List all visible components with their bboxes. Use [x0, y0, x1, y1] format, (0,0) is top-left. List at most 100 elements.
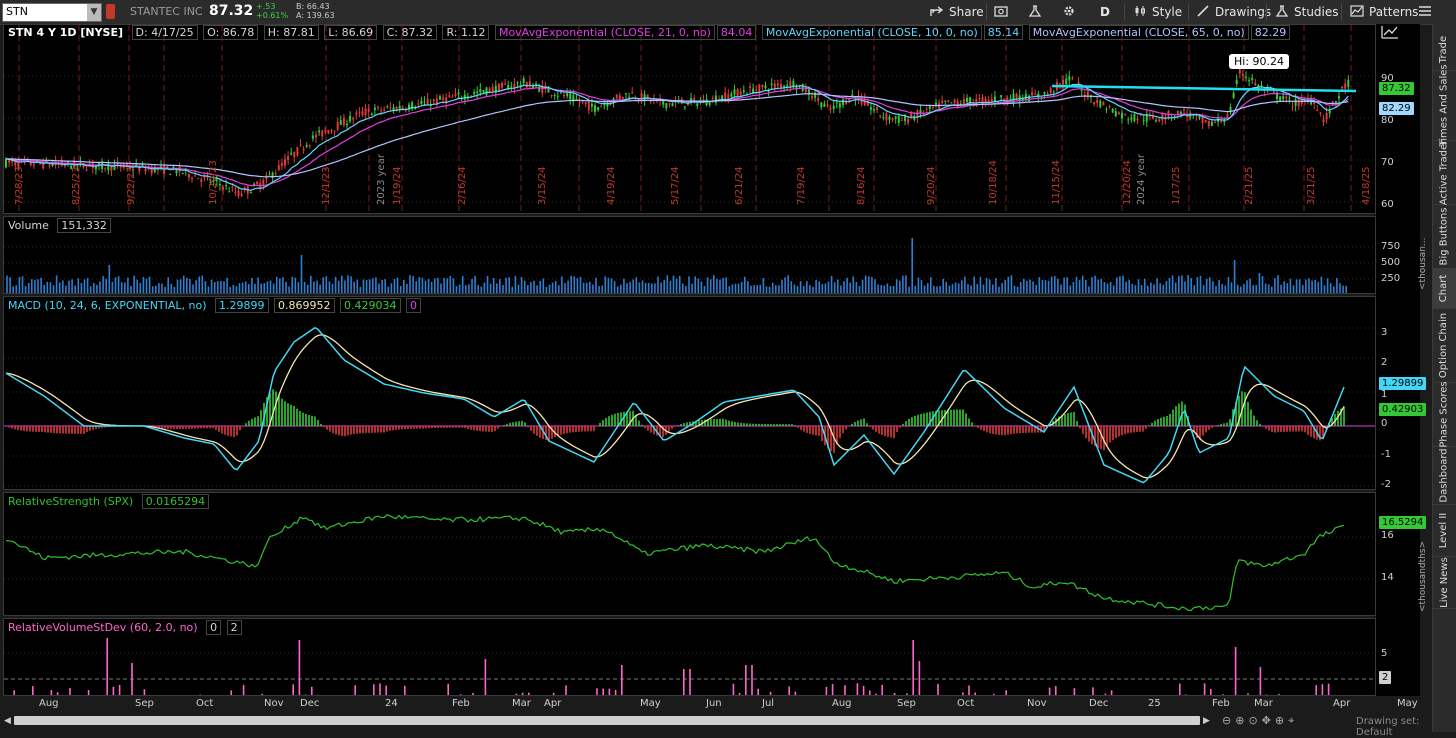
ema65-label[interactable]: MovAvgExponential (CLOSE, 65, 0, no)	[1029, 25, 1249, 40]
macd-chart[interactable]	[4, 297, 1375, 489]
patterns-button[interactable]: Patterns	[1350, 3, 1418, 21]
volume-bar	[546, 287, 548, 293]
macd-histogram-bar	[305, 414, 307, 426]
volume-bar	[605, 276, 607, 293]
candle-body	[873, 109, 875, 111]
volume-bar	[527, 285, 529, 293]
volume-bar	[1246, 280, 1248, 293]
cursor-icon[interactable]: ⌖	[1288, 714, 1298, 727]
sidebar-tab-phase-scores[interactable]: Phase Scores	[1432, 382, 1456, 447]
volume-panel[interactable]	[3, 216, 1376, 294]
symbol-input[interactable]: STN ▼	[2, 3, 102, 22]
volume-bar	[171, 284, 173, 293]
relative-strength-line	[6, 515, 1344, 611]
zoom-controls[interactable]: ⊖⊕⊙✥⊕⌖	[1222, 714, 1298, 728]
volume-bar	[973, 277, 975, 293]
volume-bar	[831, 276, 833, 293]
sidebar-tab-times-and-sales[interactable]: Times And Sales	[1432, 70, 1456, 141]
macd-histogram-bar	[59, 426, 61, 433]
period-button[interactable]: D	[1100, 3, 1110, 21]
volume-bar	[586, 283, 588, 293]
volume-bar	[853, 276, 855, 293]
macd-histogram-bar	[218, 426, 220, 432]
macd-histogram-bar	[566, 426, 568, 433]
macd-panel[interactable]	[3, 296, 1376, 490]
macd-histogram-bar	[1202, 426, 1204, 436]
candle-body	[225, 185, 227, 186]
volume-bar	[778, 285, 780, 293]
chevron-down-icon[interactable]: ▼	[87, 4, 101, 21]
share-button[interactable]: Share	[930, 3, 984, 21]
ema21-label[interactable]: MovAvgExponential (CLOSE, 21, 0, no)	[495, 25, 715, 40]
scroll-right-icon[interactable]: ▶	[1203, 716, 1210, 726]
volume-bar	[99, 281, 101, 293]
chart-trend-icon[interactable]	[1381, 25, 1399, 42]
macd-title[interactable]: MACD (10, 24, 6, EXPONENTIAL, no)	[5, 299, 210, 312]
sidebar-tab-chart[interactable]: Chart	[1432, 268, 1456, 309]
zoom-out-icon[interactable]: ⊖	[1222, 714, 1235, 727]
macd-histogram-bar	[389, 426, 391, 431]
volume-bar	[1141, 285, 1143, 293]
sidebar-tab-active-trader[interactable]: Active Trader	[1432, 140, 1456, 205]
volume-bar	[239, 283, 241, 293]
rs-title[interactable]: RelativeStrength (SPX)	[5, 495, 136, 508]
volume-bar	[1330, 283, 1332, 293]
symbol-flag-icon[interactable]	[106, 4, 115, 19]
date-marker-label: 9/20/24	[926, 166, 937, 205]
candle-body	[817, 98, 819, 101]
drawings-button[interactable]: Drawings	[1196, 3, 1271, 21]
volume-bar	[772, 283, 774, 293]
scroll-left-icon[interactable]: ◀	[4, 716, 11, 726]
volume-bar	[595, 278, 597, 293]
sidebar-tab-big-buttons[interactable]: Big Buttons	[1432, 204, 1456, 269]
snapshot-button[interactable]	[994, 3, 1013, 21]
price-chart[interactable]: 12/1/232023 year1/19/242/16/243/15/244/1…	[4, 25, 1375, 213]
volume-bar	[477, 285, 479, 293]
sidebar-tab-live-news[interactable]: Live News	[1432, 556, 1456, 609]
time-scrollbar[interactable]	[14, 716, 1200, 725]
settings-button[interactable]	[1062, 3, 1081, 21]
candle-body	[904, 116, 906, 120]
macd-histogram-bar	[1253, 416, 1255, 426]
price-panel[interactable]: 12/1/232023 year1/19/242/16/243/15/244/1…	[3, 24, 1376, 214]
style-button[interactable]: Style	[1133, 3, 1182, 21]
relative-strength-panel[interactable]	[3, 492, 1376, 616]
sidebar-tab-option-chain[interactable]: Option Chain	[1432, 308, 1456, 383]
flask-button[interactable]	[1028, 3, 1047, 21]
candle-body	[1220, 121, 1222, 122]
rvsd-bar	[144, 689, 146, 695]
volume-chart[interactable]	[4, 217, 1375, 293]
volume-bar	[1085, 280, 1087, 293]
volume-bar	[186, 278, 188, 293]
macd-histogram-bar	[350, 426, 352, 435]
fit-icon[interactable]: ⊙	[1248, 714, 1261, 727]
candle-body	[1044, 92, 1046, 94]
volume-bar	[208, 287, 210, 293]
ema10-label[interactable]: MovAvgExponential (CLOSE, 10, 0, no)	[762, 25, 982, 40]
pan-icon[interactable]: ✥	[1262, 714, 1275, 727]
candle-body	[191, 178, 193, 179]
relative-strength-chart[interactable]	[4, 493, 1375, 615]
zoom-in-icon[interactable]: ⊕	[1235, 714, 1248, 727]
crosshair-icon[interactable]: ⊕	[1275, 714, 1288, 727]
volume-bar	[443, 278, 445, 293]
macd-histogram-bar	[425, 426, 427, 428]
macd-histogram-bar	[437, 426, 439, 428]
rvsd-bar	[460, 694, 462, 695]
volume-bar	[967, 284, 969, 293]
macd-histogram-bar	[752, 424, 754, 426]
macd-histogram-bar	[1250, 410, 1252, 426]
macd-histogram-bar	[611, 415, 613, 426]
volume-bar	[964, 277, 966, 293]
macd-histogram-bar	[311, 416, 313, 426]
macd-histogram-bar	[185, 426, 187, 429]
sidebar-tab-dashboard[interactable]: Dashboard	[1432, 446, 1456, 505]
studies-button[interactable]: Studies	[1275, 3, 1339, 21]
volume-bar	[564, 283, 566, 293]
rvsd-ytick: 5	[1381, 648, 1387, 659]
sidebar-tab-level-ii[interactable]: Level II	[1432, 504, 1456, 557]
macd-histogram-bar	[461, 426, 463, 428]
candle-body	[163, 166, 165, 175]
rvsd-title[interactable]: RelativeVolumeStDev (60, 2.0, no)	[5, 621, 201, 634]
menu-button[interactable]	[1418, 3, 1437, 21]
